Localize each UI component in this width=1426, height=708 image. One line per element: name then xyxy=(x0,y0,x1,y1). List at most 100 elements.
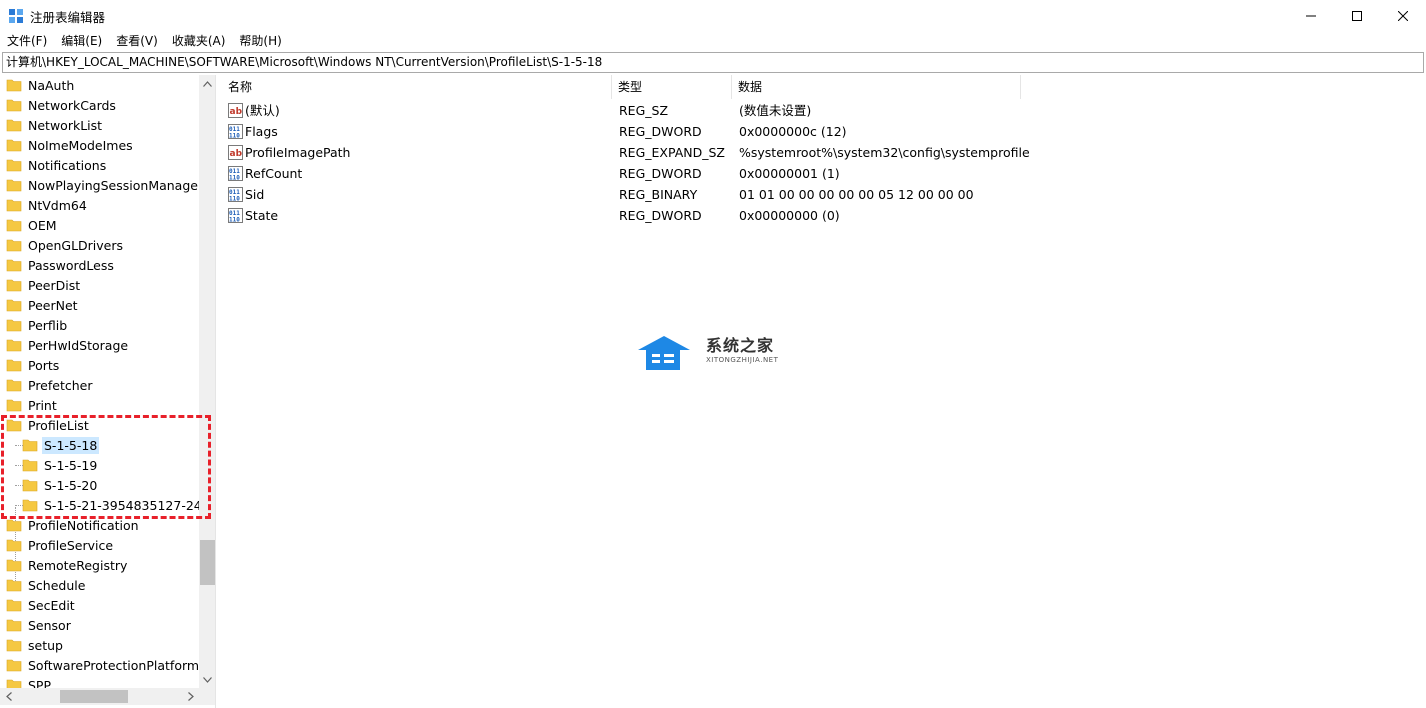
folder-icon xyxy=(6,579,22,592)
tree-item-label: SPP xyxy=(28,677,52,689)
folder-icon xyxy=(6,419,22,432)
tree-item[interactable]: SoftwareProtectionPlatform xyxy=(6,655,199,675)
svg-text:110: 110 xyxy=(229,175,240,182)
tree-item[interactable]: PerHwIdStorage xyxy=(6,335,199,355)
value-row[interactable]: ab ProfileImagePath REG_EXPAND_SZ %systemro… xyxy=(222,142,1426,163)
menu-edit[interactable]: 编辑(E) xyxy=(54,31,109,51)
tree-item[interactable]: Ports xyxy=(6,355,199,375)
chevron-down-icon xyxy=(203,676,212,683)
svg-text:ab: ab xyxy=(230,107,243,117)
value-type: REG_DWORD xyxy=(619,208,702,223)
scroll-left-arrow[interactable] xyxy=(0,688,17,705)
tree-item[interactable]: NaAuth xyxy=(6,75,199,95)
folder-icon xyxy=(22,499,38,512)
tree-item[interactable]: SecEdit xyxy=(6,595,199,615)
tree-item-label: PasswordLess xyxy=(28,257,114,273)
tree-item[interactable]: NowPlayingSessionManager xyxy=(6,175,199,195)
tree-item[interactable]: Schedule xyxy=(6,575,199,595)
tree-item-label: PeerDist xyxy=(28,277,81,293)
minimize-button[interactable] xyxy=(1288,0,1334,31)
tree-item-label: Print xyxy=(28,397,57,413)
folder-icon xyxy=(6,679,22,688)
tree-item[interactable]: NoImeModeImes xyxy=(6,135,199,155)
tree-item[interactable]: S-1-5-19 xyxy=(22,455,199,475)
value-row[interactable]: 011 110 State REG_DWORD 0x00000000 (0) xyxy=(222,205,1426,226)
tree-item[interactable]: OEM xyxy=(6,215,199,235)
scroll-up-arrow[interactable] xyxy=(199,75,215,92)
value-row[interactable]: ab (默认) REG_SZ (数值未设置) xyxy=(222,100,1426,121)
value-row[interactable]: 011 110 RefCount REG_DWORD 0x00000001 (1) xyxy=(222,163,1426,184)
tree-item-label: setup xyxy=(28,637,63,653)
title-bar: 注册表编辑器 xyxy=(0,0,1426,31)
value-row[interactable]: 011 110 Sid REG_BINARY 01 01 00 00 00 00 00 … xyxy=(222,184,1426,205)
tree-item[interactable]: Sensor xyxy=(6,615,199,635)
value-row[interactable]: 011 110 Flags REG_DWORD 0x0000000c (12) xyxy=(222,121,1426,142)
tree-item[interactable]: setup xyxy=(6,635,199,655)
column-header-data[interactable]: 数据 xyxy=(732,75,1021,99)
tree-item-label: OEM xyxy=(28,217,57,233)
tree-item[interactable]: NetworkList xyxy=(6,115,199,135)
tree-item[interactable]: Perflib xyxy=(6,315,199,335)
tree-item[interactable]: Prefetcher xyxy=(6,375,199,395)
folder-icon xyxy=(6,139,22,152)
tree-item-label: SoftwareProtectionPlatform xyxy=(28,657,199,673)
tree-item-label: OpenGLDrivers xyxy=(28,237,124,253)
folder-icon xyxy=(6,79,22,92)
value-data: 01 01 00 00 00 00 00 05 12 00 00 00 xyxy=(739,187,974,202)
close-icon xyxy=(1398,10,1408,21)
close-button[interactable] xyxy=(1380,0,1426,31)
menu-view[interactable]: 查看(V) xyxy=(109,31,165,51)
folder-icon xyxy=(6,299,22,312)
string-value-icon: ab xyxy=(228,103,243,118)
folder-icon xyxy=(22,459,38,472)
menu-file[interactable]: 文件(F) xyxy=(0,31,54,51)
hscroll-thumb[interactable] xyxy=(60,690,128,703)
scrollbar-corner xyxy=(199,688,215,705)
tree-item[interactable]: PeerNet xyxy=(6,295,199,315)
tree-item[interactable]: S-1-5-20 xyxy=(22,475,199,495)
tree-item[interactable]: OpenGLDrivers xyxy=(6,235,199,255)
scroll-thumb[interactable] xyxy=(200,540,215,585)
tree-item[interactable]: PeerDist xyxy=(6,275,199,295)
menu-favorites[interactable]: 收藏夹(A) xyxy=(165,31,233,51)
chevron-right-icon xyxy=(187,692,194,701)
tree-vertical-scrollbar[interactable] xyxy=(199,75,215,688)
folder-icon xyxy=(6,219,22,232)
scroll-right-arrow[interactable] xyxy=(182,688,199,705)
tree-item[interactable]: S-1-5-21-3954835127-2419 xyxy=(22,495,199,515)
maximize-button[interactable] xyxy=(1334,0,1380,31)
scroll-down-arrow[interactable] xyxy=(199,671,215,688)
binary-value-icon: 011110 xyxy=(228,208,243,223)
column-header-name[interactable]: 名称 xyxy=(222,75,612,99)
registry-editor-icon xyxy=(9,9,23,23)
folder-icon xyxy=(6,559,22,572)
tree-item-label: NetworkCards xyxy=(28,97,116,113)
tree-item[interactable]: Print xyxy=(6,395,199,415)
tree-item[interactable]: ProfileService xyxy=(6,535,199,555)
tree-item[interactable]: NtVdm64 xyxy=(6,195,199,215)
tree-item-label: Ports xyxy=(28,357,60,373)
tree-item[interactable]: Notifications xyxy=(6,155,199,175)
maximize-icon xyxy=(1352,10,1362,21)
folder-icon xyxy=(6,379,22,392)
tree-item[interactable]: RemoteRegistry xyxy=(6,555,199,575)
tree-item[interactable]: PasswordLess xyxy=(6,255,199,275)
tree-item-label: PerHwIdStorage xyxy=(28,337,129,353)
folder-icon xyxy=(6,199,22,212)
binary-value-icon: 011110 xyxy=(228,124,243,139)
tree-item-label: SecEdit xyxy=(28,597,75,613)
tree-item[interactable]: ProfileNotification xyxy=(6,515,199,535)
menu-help[interactable]: 帮助(H) xyxy=(232,31,288,51)
tree-horizontal-scrollbar[interactable] xyxy=(0,688,199,705)
folder-icon xyxy=(6,399,22,412)
tree-item-label: ProfileNotification xyxy=(28,517,139,533)
tree-item[interactable]: S-1-5-18 xyxy=(22,435,199,455)
address-bar[interactable]: 计算机\HKEY_LOCAL_MACHINE\SOFTWARE\Microsof… xyxy=(2,52,1424,73)
folder-icon xyxy=(6,159,22,172)
column-header-type[interactable]: 类型 xyxy=(612,75,732,99)
tree-item[interactable]: ProfileList xyxy=(6,415,199,435)
tree-item[interactable]: NetworkCards xyxy=(6,95,199,115)
tree-item-label: Schedule xyxy=(28,577,86,593)
folder-icon xyxy=(6,119,22,132)
tree-item[interactable]: SPP xyxy=(6,675,199,688)
